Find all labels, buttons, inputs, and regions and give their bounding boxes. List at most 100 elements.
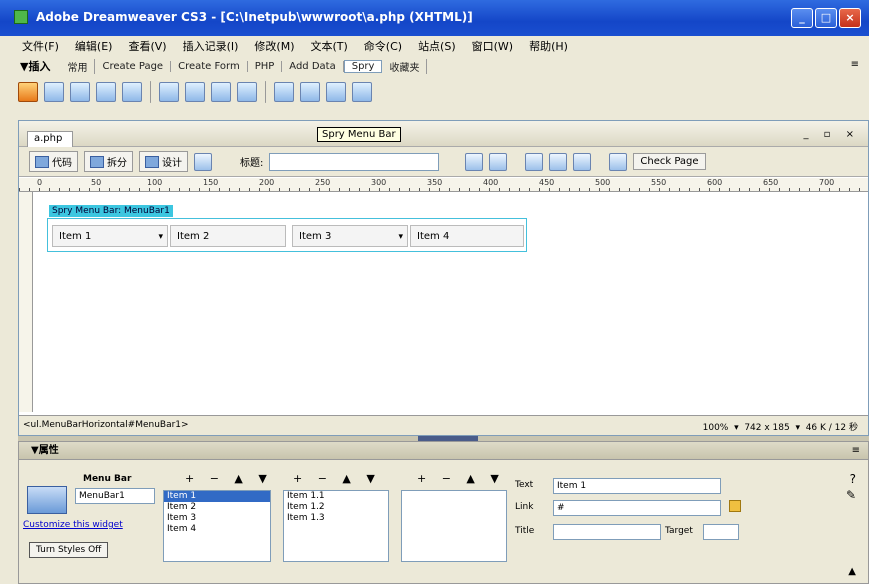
spry-menu-bar-icon[interactable] (274, 82, 294, 102)
close-button[interactable]: × (839, 8, 861, 28)
toolbar-separator (150, 81, 151, 103)
ruler-number: 400 (483, 178, 499, 187)
tab-create-form[interactable]: Create Form (171, 60, 248, 72)
menu-site[interactable]: 站点(S) (410, 38, 464, 54)
list-item[interactable]: Item 1 (164, 491, 270, 502)
file-management-icon[interactable] (465, 152, 484, 171)
menu-insert[interactable]: 插入记录(I) (175, 38, 247, 54)
target-field[interactable] (703, 524, 739, 540)
help-icon[interactable]: ? (850, 472, 856, 486)
maximize-button[interactable]: □ (815, 8, 837, 28)
collapse-icon[interactable]: ▲ (848, 566, 856, 577)
menu-file[interactable]: 文件(F) (14, 38, 67, 54)
customize-widget-link[interactable]: Customize this widget (23, 520, 123, 530)
live-data-icon[interactable] (194, 152, 212, 171)
spry-widget-label[interactable]: Spry Menu Bar: MenuBar1 (49, 205, 173, 217)
spry-region-icon[interactable] (44, 82, 64, 102)
tab-spry[interactable]: Spry (343, 59, 383, 73)
properties-panel: ▼属性 ≡ Menu Bar MenuBar1 Customize this w… (18, 441, 869, 584)
ruler-number: 700 (819, 178, 835, 187)
tag-selector[interactable]: <ul.MenuBarHorizontal#MenuBar1> (23, 420, 189, 430)
spry-collapsible-panel-icon[interactable] (352, 82, 372, 102)
spry-validation-text-icon[interactable] (159, 82, 179, 102)
ruler-number: 0 (37, 178, 43, 187)
menu-bar: 文件(F) 编辑(E) 查看(V) 插入记录(I) 修改(M) 文本(T) 命令… (0, 36, 869, 56)
menu-edit[interactable]: 编辑(E) (67, 38, 121, 54)
check-page-button[interactable]: Check Page (633, 153, 706, 170)
spry-tabbed-panels-icon[interactable] (300, 82, 320, 102)
insert-bar-label[interactable]: ▼插入 (20, 58, 50, 74)
menu-view[interactable]: 查看(V) (120, 38, 174, 54)
spry-validation-select-icon[interactable] (185, 82, 205, 102)
menu-commands[interactable]: 命令(C) (356, 38, 410, 54)
list-item[interactable]: Item 1.3 (284, 513, 388, 524)
document-status-bar: <ul.MenuBarHorizontal#MenuBar1> 100% ▾ 7… (19, 415, 868, 435)
visual-aids-icon[interactable] (573, 152, 592, 171)
menu-level2-list[interactable]: Item 1.1 Item 1.2 Item 1.3 (283, 490, 389, 562)
level3-controls[interactable]: + − ▲ ▼ (417, 472, 505, 485)
menu-modify[interactable]: 修改(M) (246, 38, 302, 54)
window-size[interactable]: 742 x 185 (744, 423, 789, 433)
code-view-button[interactable]: 代码 (29, 151, 78, 172)
menu-bar-item[interactable]: Item 2 (170, 225, 286, 247)
view-options-icon[interactable] (549, 152, 568, 171)
status-zoom-info: 100% ▾ 742 x 185 ▾ 46 K / 12 秒 (702, 423, 858, 433)
ruler-number: 100 (147, 178, 163, 187)
menu-bar-name-field[interactable]: MenuBar1 (75, 488, 155, 504)
spry-accordion-icon[interactable] (326, 82, 346, 102)
validate-markup-icon[interactable] (609, 152, 628, 171)
menu-bar-widget-icon (27, 486, 67, 514)
title-field[interactable] (553, 524, 661, 540)
code-view-icon (35, 155, 49, 168)
document-window-controls[interactable]: _ ▫ × (803, 129, 860, 140)
spry-repeat-icon[interactable] (70, 82, 90, 102)
menu-level3-list[interactable] (401, 490, 507, 562)
title-input[interactable] (269, 152, 440, 171)
turn-styles-off-button[interactable]: Turn Styles Off (29, 542, 109, 558)
spry-validation-checkbox-icon[interactable] (211, 82, 231, 102)
design-view-button[interactable]: 设计 (139, 151, 188, 172)
list-item[interactable]: Item 4 (164, 524, 270, 535)
menu-bar-item[interactable]: Item 1 ▾ (52, 225, 168, 247)
insert-bar-options-icon[interactable]: ≡ (851, 59, 859, 70)
list-item[interactable]: Item 1.2 (284, 502, 388, 513)
menu-help[interactable]: 帮助(H) (521, 38, 576, 54)
split-view-icon (90, 155, 104, 168)
document-tab[interactable]: a.php (27, 131, 73, 147)
text-field[interactable]: Item 1 (553, 478, 721, 494)
split-view-button[interactable]: 拆分 (84, 151, 133, 172)
preview-browser-icon[interactable] (489, 152, 508, 171)
spry-menu-bar[interactable]: Item 1 ▾ Item 2 Item 3 ▾ Item 4 (47, 218, 527, 252)
tab-add-data[interactable]: Add Data (282, 60, 344, 72)
split-view-label: 拆分 (107, 158, 127, 169)
list-item[interactable]: Item 2 (164, 502, 270, 513)
menu-text[interactable]: 文本(T) (302, 38, 355, 54)
spry-validation-textarea-icon[interactable] (237, 82, 257, 102)
insert-bar: ▼插入 常用 Create Page Create Form PHP Add D… (0, 56, 869, 76)
window-title-bar: Adobe Dreamweaver CS3 - [C:\Inetpub\wwwr… (0, 0, 869, 36)
menu-bar-item[interactable]: Item 3 ▾ (292, 225, 408, 247)
quick-tag-editor-icon[interactable]: ✎ (846, 488, 856, 502)
spry-repeat-list-icon[interactable] (96, 82, 116, 102)
menu-window[interactable]: 窗口(W) (464, 38, 521, 54)
tab-create-page[interactable]: Create Page (95, 60, 172, 72)
spry-xml-dataset-icon[interactable] (18, 82, 38, 102)
list-item[interactable]: Item 1.1 (284, 491, 388, 502)
tab-php[interactable]: PHP (248, 60, 283, 72)
link-field[interactable]: # (553, 500, 721, 516)
menu-level1-list[interactable]: Item 1 Item 2 Item 3 Item 4 (163, 490, 271, 562)
tab-favorites[interactable]: 收藏夹 (382, 58, 428, 74)
spry-table-icon[interactable] (122, 82, 142, 102)
horizontal-ruler: 0 50 100 150 200 250 300 350 400 450 500… (19, 178, 868, 192)
list-item[interactable]: Item 3 (164, 513, 270, 524)
tab-common[interactable]: 常用 (60, 58, 96, 74)
menu-bar-item[interactable]: Item 4 (410, 225, 524, 247)
properties-options-icon[interactable]: ≡ (852, 442, 860, 460)
minimize-button[interactable]: _ (791, 8, 813, 28)
properties-header[interactable]: ▼属性 ≡ (19, 442, 868, 460)
browse-folder-icon[interactable] (729, 500, 741, 512)
zoom-level[interactable]: 100% (703, 423, 729, 433)
level2-controls[interactable]: + − ▲ ▼ (293, 472, 381, 485)
level1-controls[interactable]: + − ▲ ▼ (185, 472, 273, 485)
refresh-icon[interactable] (525, 152, 544, 171)
